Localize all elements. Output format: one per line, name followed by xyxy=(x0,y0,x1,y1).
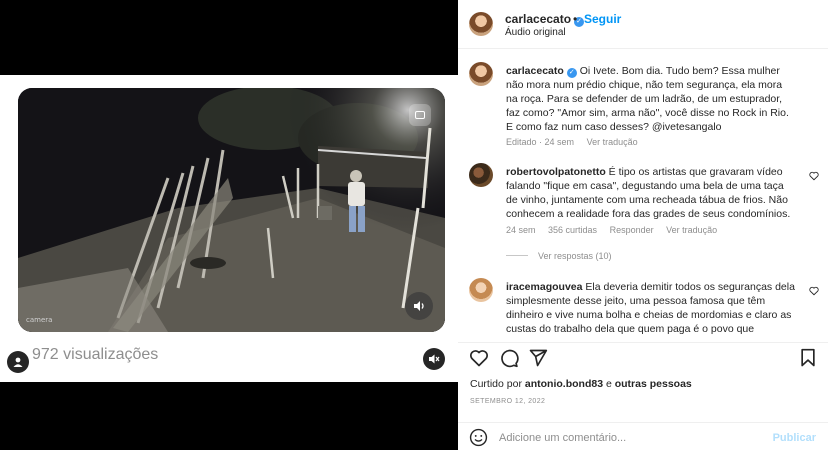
video-scene xyxy=(18,88,445,332)
comment-username[interactable]: iracemagouvea xyxy=(506,281,582,293)
verified-badge-icon: ✓ xyxy=(566,68,577,78)
liked-others-link[interactable]: outras pessoas xyxy=(615,378,692,390)
caption-body: carlacecato ✓ Oi Ivete. Bom dia. Tudo bem… xyxy=(506,64,796,134)
liked-user-link[interactable]: antonio.bond83 xyxy=(525,378,603,390)
comment-username[interactable]: robertovolpatonetto xyxy=(506,166,606,178)
replies-divider xyxy=(506,255,528,256)
avatar[interactable] xyxy=(469,12,493,36)
like-heart-icon[interactable] xyxy=(469,348,489,368)
comment-likes[interactable]: 356 curtidas xyxy=(548,225,597,235)
caption-username[interactable]: carlacecato xyxy=(506,65,564,77)
avatar[interactable] xyxy=(469,278,493,302)
liked-by: Curtido por antonio.bond83 e outras pess… xyxy=(470,378,692,390)
see-translation-link[interactable]: Ver tradução xyxy=(587,137,638,147)
post-actions: Curtido por antonio.bond83 e outras pess… xyxy=(458,342,828,450)
audio-link[interactable]: Áudio original xyxy=(505,27,566,38)
liked-and: e xyxy=(605,378,612,390)
view-replies-label[interactable]: Ver respostas (10) xyxy=(538,251,612,261)
avatar[interactable] xyxy=(469,163,493,187)
comment-age: 24 sem xyxy=(506,225,536,235)
comment-bubble-icon[interactable] xyxy=(499,348,519,368)
separator-dot: • xyxy=(573,12,578,26)
avatar[interactable] xyxy=(469,62,493,86)
follow-button[interactable]: Seguir xyxy=(584,12,621,26)
reply-button[interactable]: Responder xyxy=(610,225,654,235)
post-header: carlacecato ✓ • Seguir Áudio original xyxy=(458,0,828,49)
view-replies-button[interactable]: Ver respostas (10) xyxy=(506,251,612,261)
like-comment-icon[interactable] xyxy=(809,286,819,296)
camera-corner-icon xyxy=(409,104,431,126)
media-panel: camera 972 visualizações xyxy=(0,0,458,450)
save-bookmark-icon[interactable] xyxy=(799,348,817,368)
mute-icon[interactable] xyxy=(423,348,445,370)
caption-edited: Editado · 24 sem xyxy=(506,137,575,147)
comment-meta: 24 sem 356 curtidas Responder Ver traduç… xyxy=(506,225,727,235)
comment-body: robertovolpatonetto É tipo os artistas q… xyxy=(506,165,796,221)
camera-label: camera xyxy=(26,316,53,324)
video-volume-icon[interactable] xyxy=(405,292,433,320)
post-panel: carlacecato ✓ • Seguir Áudio original car… xyxy=(458,0,828,450)
security-camera-video[interactable]: camera xyxy=(18,88,445,332)
post-date: SETEMBRO 12, 2022 xyxy=(470,398,546,405)
caption-meta: Editado · 24 sem Ver tradução xyxy=(506,137,648,147)
emoji-icon[interactable] xyxy=(469,428,488,447)
liked-prefix: Curtido por xyxy=(470,378,522,390)
comment-body: iracemagouvea Ela deveria demitir todos … xyxy=(506,280,796,336)
see-translation-link[interactable]: Ver tradução xyxy=(666,225,717,235)
publish-button[interactable]: Publicar xyxy=(773,432,816,444)
add-comment-row: Adicione um comentário... Publicar xyxy=(458,422,828,450)
like-comment-icon[interactable] xyxy=(809,171,819,181)
comments-list: carlacecato ✓ Oi Ivete. Bom dia. Tudo bem… xyxy=(458,50,828,342)
share-send-icon[interactable] xyxy=(528,348,548,368)
user-tag-icon[interactable] xyxy=(7,351,29,373)
view-count: 972 visualizações xyxy=(32,346,159,363)
post-username-text[interactable]: carlacecato xyxy=(505,12,571,26)
comment-input[interactable]: Adicione um comentário... xyxy=(499,432,626,444)
